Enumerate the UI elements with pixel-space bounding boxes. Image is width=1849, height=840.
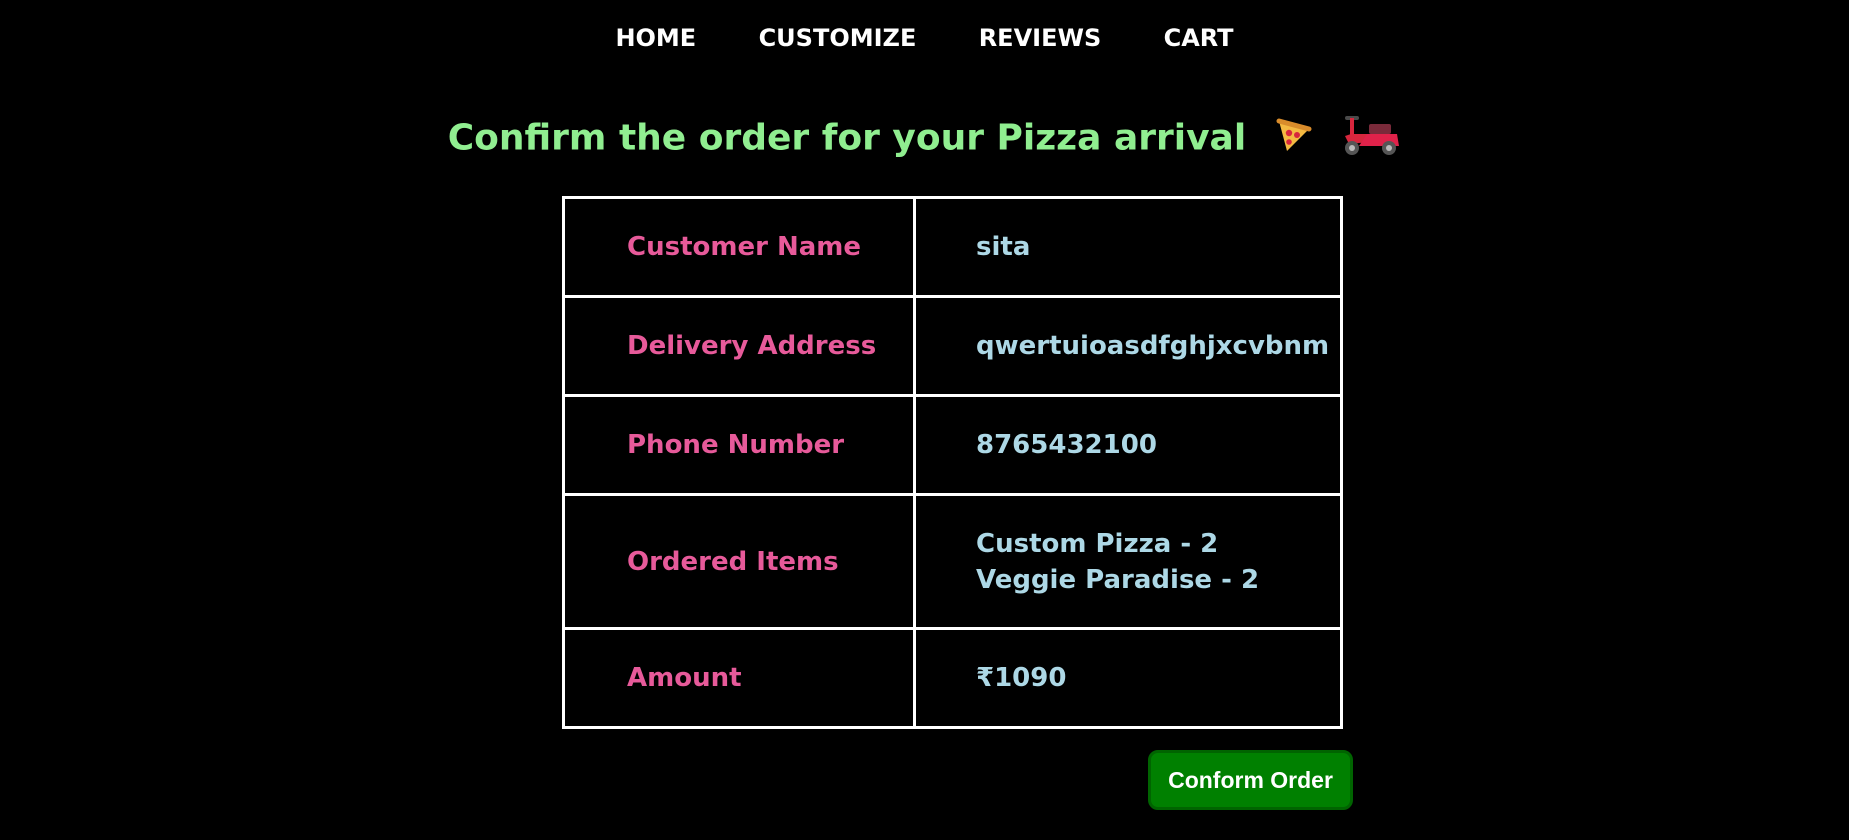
nav-home-link[interactable]: HOME bbox=[615, 24, 696, 52]
customer-name-label: Customer Name bbox=[562, 196, 916, 298]
table-row: Customer Name sita bbox=[562, 196, 1343, 298]
nav-customize-link[interactable]: CUSTOMIZE bbox=[759, 24, 917, 52]
order-summary-table: Customer Name sita Delivery Address qwer… bbox=[562, 196, 1343, 729]
delivery-address-value: qwertuioasdfghjxcvbnm bbox=[913, 295, 1343, 397]
amount-label: Amount bbox=[562, 627, 916, 729]
scooter-icon bbox=[1339, 112, 1401, 167]
customer-name-value: sita bbox=[913, 196, 1343, 298]
nav-reviews-link[interactable]: REVIEWS bbox=[979, 24, 1102, 52]
table-row: Amount ₹1090 bbox=[562, 627, 1343, 729]
delivery-address-label: Delivery Address bbox=[562, 295, 916, 397]
ordered-items-value: Custom Pizza - 2 Veggie Paradise - 2 bbox=[913, 493, 1343, 630]
ordered-items-label: Ordered Items bbox=[562, 493, 916, 630]
table-row: Phone Number 8765432100 bbox=[562, 394, 1343, 496]
pizza-icon bbox=[1273, 115, 1313, 164]
table-row: Delivery Address qwertuioasdfghjxcvbnm bbox=[562, 295, 1343, 397]
phone-number-label: Phone Number bbox=[562, 394, 916, 496]
ordered-item: Veggie Paradise - 2 bbox=[976, 564, 1260, 595]
ordered-item: Custom Pizza - 2 bbox=[976, 528, 1219, 559]
confirm-order-button[interactable]: Conform Order bbox=[1148, 750, 1353, 810]
page-title-row: Confirm the order for your Pizza arrival bbox=[0, 112, 1849, 167]
phone-number-value: 8765432100 bbox=[913, 394, 1343, 496]
main-nav: HOME CUSTOMIZE REVIEWS CART bbox=[0, 24, 1849, 52]
table-row: Ordered Items Custom Pizza - 2 Veggie Pa… bbox=[562, 493, 1343, 630]
nav-cart-link[interactable]: CART bbox=[1164, 24, 1234, 52]
amount-value: ₹1090 bbox=[913, 627, 1343, 729]
page-title: Confirm the order for your Pizza arrival bbox=[447, 117, 1247, 159]
